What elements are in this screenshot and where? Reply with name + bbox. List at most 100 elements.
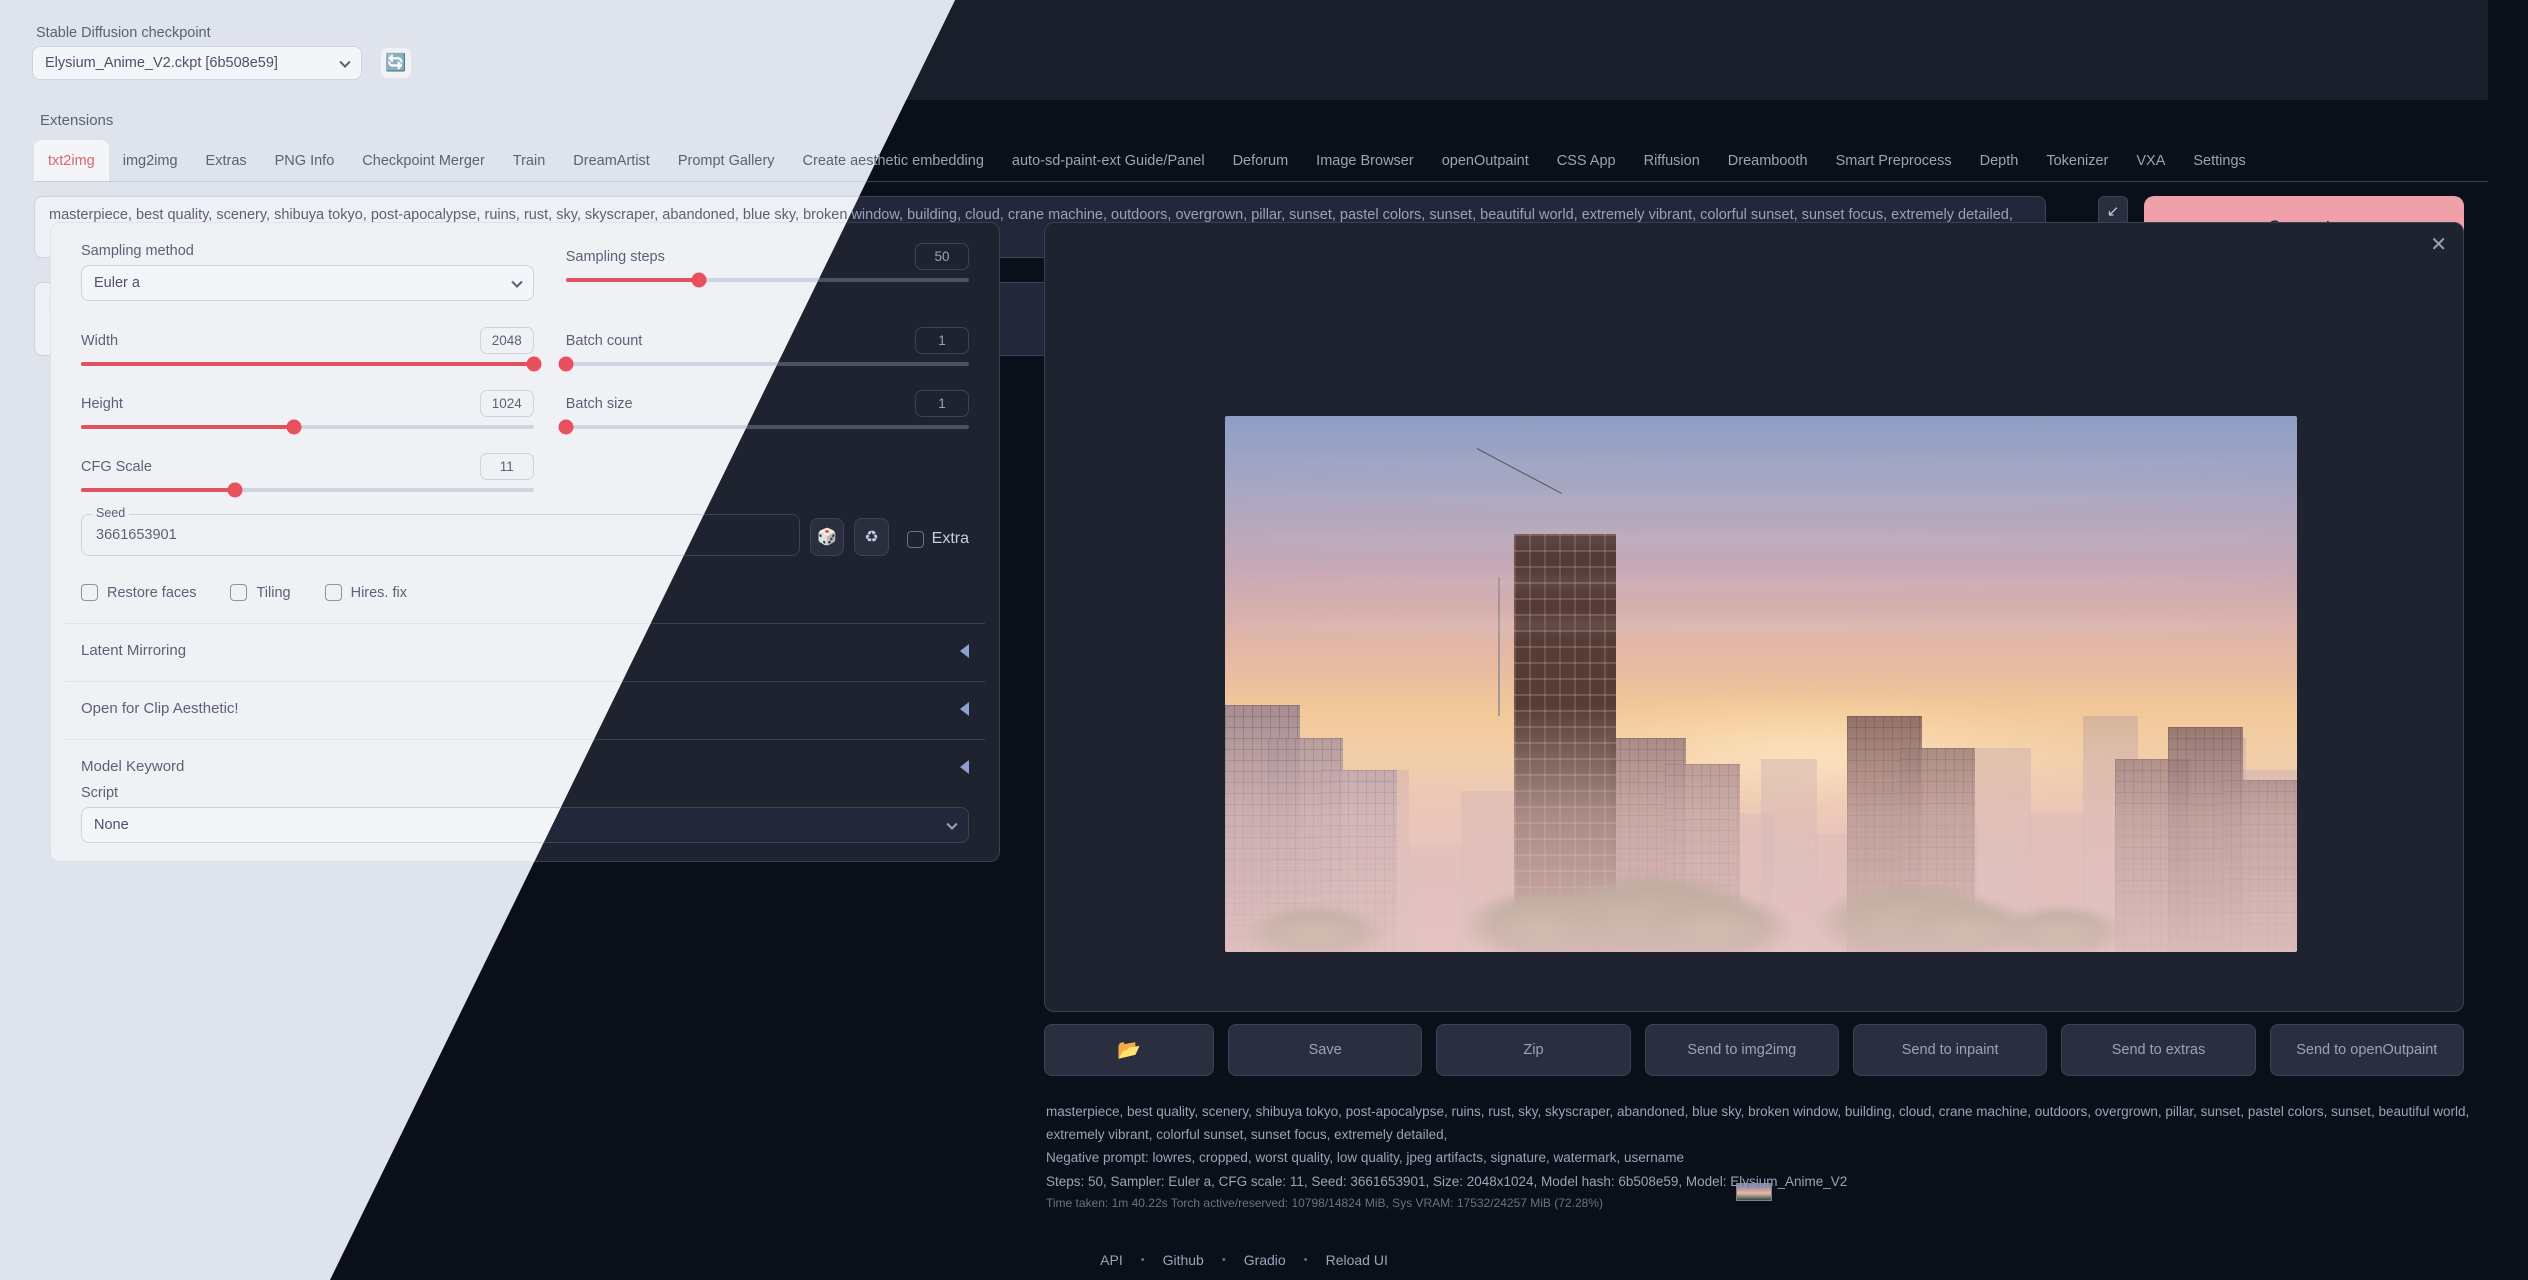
tab-label: VXA — [2136, 152, 2166, 169]
batch-count-value[interactable]: 1 — [915, 327, 969, 354]
send-to-img2img-button[interactable]: Send to img2img — [1644, 1024, 1839, 1076]
sampling-steps-value[interactable]: 50 — [915, 243, 969, 270]
height-label: Height — [81, 395, 123, 412]
width-label: Width — [81, 332, 119, 349]
tab-extras[interactable]: Extras — [192, 140, 261, 181]
close-icon[interactable]: ✕ — [2430, 235, 2447, 255]
height-head: Height 1024 — [81, 390, 534, 417]
refresh-checkpoint-icon[interactable]: 🔄 — [380, 47, 412, 79]
checkpoint-select[interactable]: Elysium_Anime_V2.ckpt [6b508e59] — [32, 46, 362, 80]
batch-size-knob[interactable] — [558, 419, 574, 435]
footer-link-reload-ui[interactable]: Reload UI — [1326, 1252, 1388, 1268]
cfg-scale-fill — [81, 488, 235, 492]
tab-label: Prompt Gallery — [677, 152, 775, 169]
image-cloud — [1225, 458, 2297, 469]
info-time-taken: Time taken: 1m 40.22s Torch active/reser… — [1046, 1195, 1603, 1210]
tab-label: Extras — [205, 152, 247, 169]
open-folder-button[interactable]: 📂 — [1044, 1024, 1214, 1076]
extensions-label: Extensions — [40, 112, 114, 129]
generated-image[interactable] — [1225, 416, 2297, 952]
tab-dreambooth[interactable]: Dreambooth — [1714, 140, 1822, 181]
cfg-scale-value[interactable]: 11 — [479, 453, 534, 480]
chevron-down-icon — [946, 818, 958, 830]
chevron-down-icon — [339, 56, 351, 68]
width-fill — [81, 362, 534, 366]
sampling-steps-knob[interactable] — [691, 272, 707, 288]
tab-txt2img[interactable]: txt2img — [34, 140, 109, 181]
result-panel: ✕ — [1044, 222, 2464, 1201]
tab-image-browser[interactable]: Image Browser — [1302, 140, 1428, 181]
tab-depth[interactable]: Depth — [1966, 140, 2033, 181]
height-value[interactable]: 1024 — [479, 390, 534, 417]
random-seed-dice-icon[interactable]: 🎲 — [810, 518, 845, 556]
tab-deforum[interactable]: Deforum — [1219, 140, 1303, 181]
tab-label: openOutpaint — [1441, 152, 1529, 169]
tab-riffusion[interactable]: Riffusion — [1630, 140, 1714, 181]
extra-checkbox-group[interactable]: Extra — [906, 530, 969, 548]
checkbox-hires-fix[interactable]: Hires. fix — [324, 584, 407, 601]
tab-vxa[interactable]: VXA — [2122, 140, 2179, 181]
option-checkbox[interactable] — [230, 584, 248, 601]
chevron-left-icon[interactable] — [960, 643, 969, 658]
sampling-method-value: Euler a — [94, 275, 140, 291]
extra-checkbox[interactable] — [906, 530, 924, 548]
generation-info: masterpiece, best quality, scenery, shib… — [1046, 1100, 2476, 1214]
height-track[interactable] — [81, 419, 534, 435]
seed-value: 3661653901 — [96, 527, 177, 543]
tab-smart-preprocess[interactable]: Smart Preprocess — [1822, 140, 1966, 181]
reuse-seed-recycle-icon[interactable]: ♻ — [854, 518, 889, 556]
image-cloud — [1225, 576, 2297, 587]
tab-openoutpaint[interactable]: openOutpaint — [1428, 140, 1543, 181]
footer-link-api[interactable]: API — [1100, 1252, 1123, 1268]
checkbox-restore-faces[interactable]: Restore faces — [81, 584, 196, 601]
send-to-extras-button[interactable]: Send to extras — [2061, 1024, 2256, 1076]
send-to-inpaint-button[interactable]: Send to inpaint — [1852, 1024, 2048, 1076]
tab-img2img[interactable]: img2img — [109, 140, 192, 181]
chevron-left-icon[interactable] — [960, 701, 969, 716]
height-slider[interactable]: Height 1024 — [81, 390, 534, 435]
cfg-scale-knob[interactable] — [227, 482, 243, 498]
image-cloud — [1225, 496, 2297, 507]
tab-auto-sd-paint-ext-guide-panel[interactable]: auto-sd-paint-ext Guide/Panel — [998, 140, 1219, 181]
image-haze — [1225, 705, 2297, 952]
option-checkbox[interactable] — [81, 584, 98, 601]
tab-prompt-gallery[interactable]: Prompt Gallery — [664, 140, 789, 181]
footer-link-gradio[interactable]: Gradio — [1244, 1252, 1286, 1268]
tab-dreamartist[interactable]: DreamArtist — [559, 140, 664, 181]
tab-png-info[interactable]: PNG Info — [261, 140, 349, 181]
zip-button[interactable]: Zip — [1436, 1024, 1631, 1076]
info-prompt: masterpiece, best quality, scenery, shib… — [1046, 1104, 2470, 1143]
send-to-openoutpaint-button[interactable]: Send to openOutpaint — [2269, 1024, 2464, 1076]
footer-link-github[interactable]: Github — [1163, 1252, 1204, 1268]
tab-tokenizer[interactable]: Tokenizer — [2032, 140, 2122, 181]
accordion-label: Model Keyword — [81, 758, 185, 775]
batch-count-knob[interactable] — [558, 356, 574, 372]
batch-count-label: Batch count — [565, 332, 643, 349]
tab-settings[interactable]: Settings — [2179, 140, 2259, 181]
option-label: Restore faces — [107, 584, 197, 601]
tab-train[interactable]: Train — [499, 140, 560, 181]
width-slider[interactable]: Width 2048 — [81, 327, 542, 372]
tab-label: Depth — [1979, 152, 2019, 169]
seed-label: Seed — [92, 506, 130, 520]
width-knob[interactable] — [526, 356, 542, 372]
tab-css-app[interactable]: CSS App — [1543, 140, 1630, 181]
width-value[interactable]: 2048 — [479, 327, 534, 354]
checkbox-tiling[interactable]: Tiling — [230, 584, 291, 601]
batch-size-value[interactable]: 1 — [915, 390, 969, 417]
height-knob[interactable] — [286, 419, 302, 435]
script-value: None — [94, 817, 129, 833]
tab-checkpoint-merger[interactable]: Checkpoint Merger — [348, 140, 499, 181]
save-button[interactable]: Save — [1228, 1024, 1423, 1076]
footer-separator: • — [1221, 1254, 1226, 1266]
option-label: Hires. fix — [350, 584, 407, 601]
sampling-method-select[interactable]: Euler a — [81, 265, 534, 301]
tab-label: Settings — [2193, 152, 2246, 169]
cfg-scale-track[interactable] — [81, 482, 534, 498]
width-height-col: Width 2048 Height 1024 — [65, 327, 550, 498]
chevron-left-icon[interactable] — [960, 759, 969, 774]
option-label: Tiling — [256, 584, 291, 601]
cfg-scale-slider[interactable]: CFG Scale 11 — [81, 453, 534, 498]
width-track[interactable] — [81, 356, 542, 372]
option-checkbox[interactable] — [324, 584, 342, 601]
